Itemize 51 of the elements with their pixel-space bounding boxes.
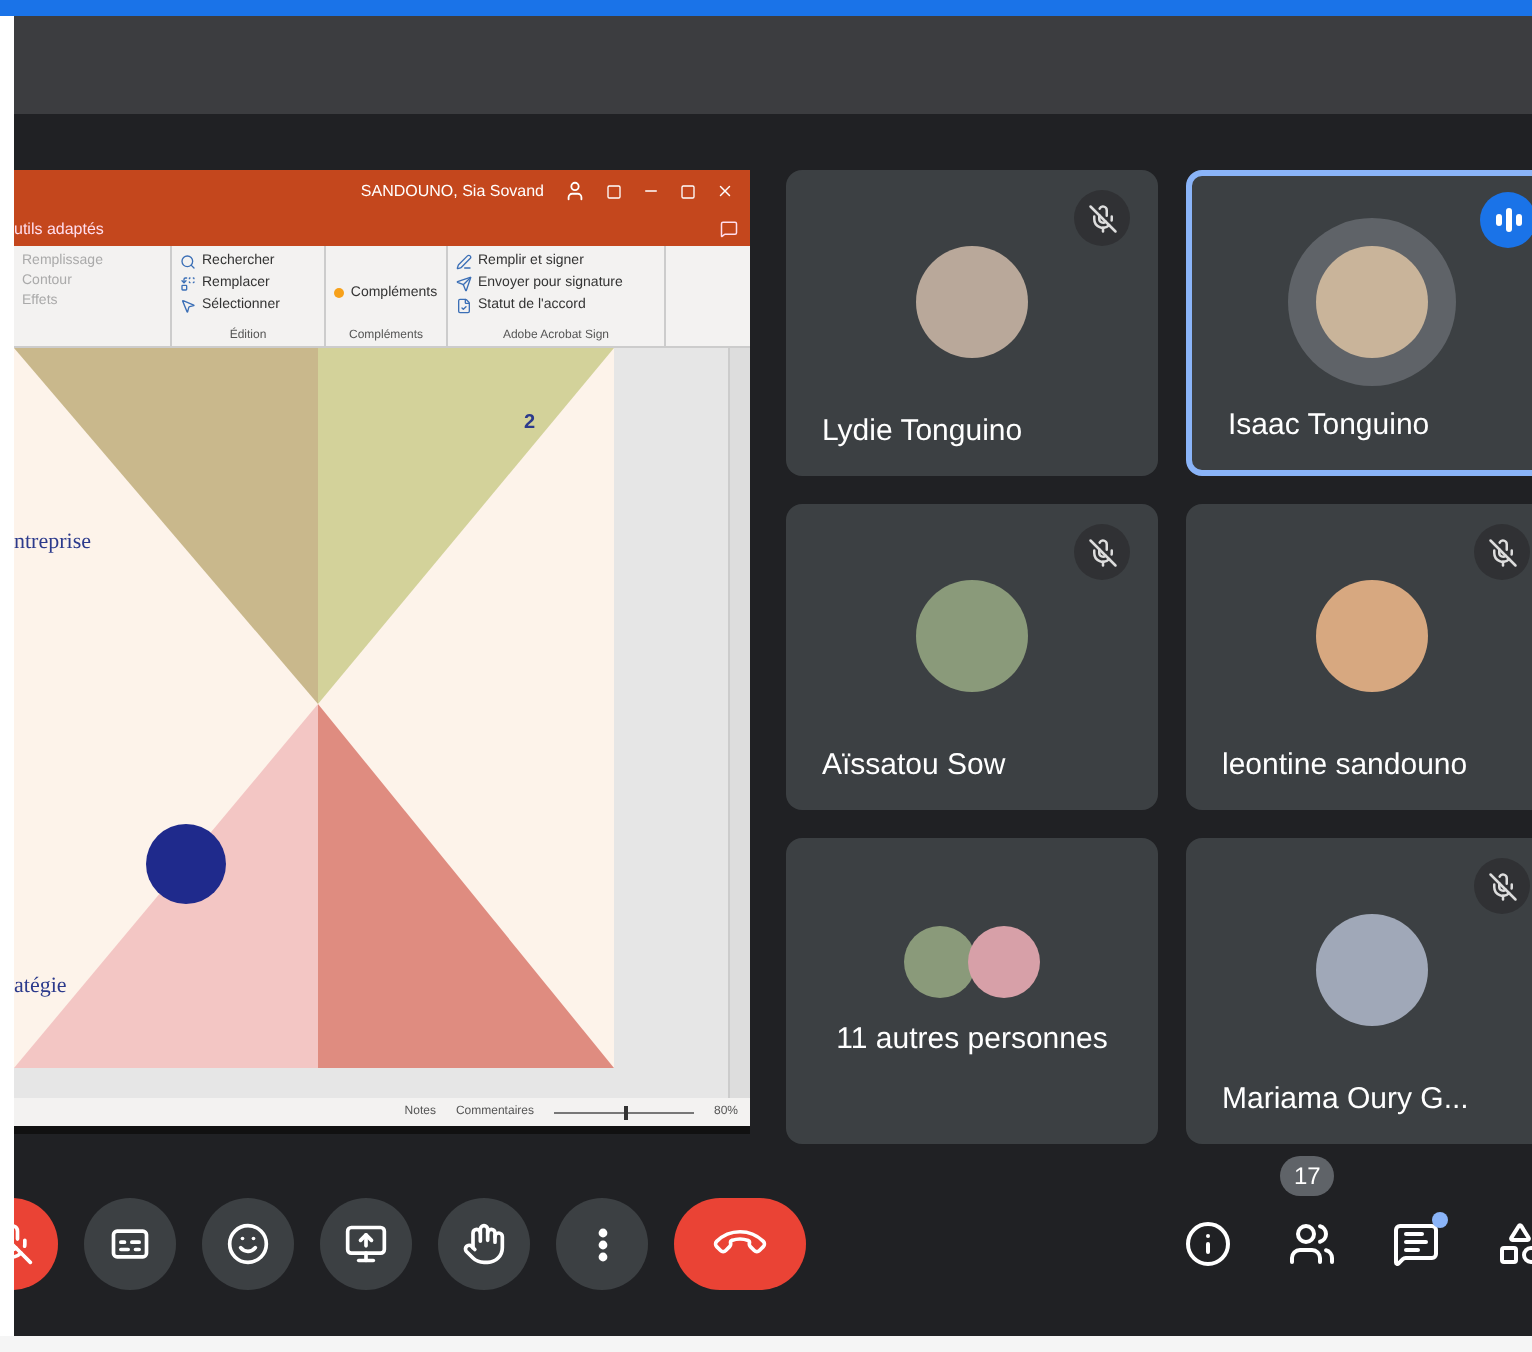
emoji-button[interactable] [202, 1198, 294, 1290]
hand-icon [462, 1222, 506, 1266]
participant-tile[interactable]: Lydie Tonguino [786, 170, 1158, 476]
smiley-icon [226, 1222, 270, 1266]
ribbon-item-icon [180, 253, 196, 270]
more-button[interactable] [556, 1198, 648, 1290]
present-button[interactable] [320, 1198, 412, 1290]
scrollbar[interactable] [728, 348, 750, 1099]
ribbon-tab[interactable]: utils adaptés [14, 220, 104, 239]
participant-name: Isaac Tonguino [1228, 408, 1430, 442]
comment-icon[interactable] [720, 220, 738, 239]
participant-name: Lydie Tonguino [822, 414, 1023, 448]
display-icon[interactable] [606, 183, 622, 200]
participant-name: leontine sandouno [1222, 748, 1468, 782]
ribbon-item-icon [180, 275, 196, 292]
account-name: SANDOUNO, Sia Sovand [360, 182, 544, 201]
addin-dot-icon [334, 287, 345, 298]
more-icon [597, 1227, 607, 1261]
restore-icon[interactable] [680, 183, 696, 200]
info-button[interactable] [1180, 1216, 1236, 1272]
info-icon [1184, 1220, 1232, 1268]
user-icon [564, 180, 586, 203]
screen-upload-icon [344, 1222, 388, 1266]
participant-name: Aïssatou Sow [822, 748, 1006, 782]
close-icon[interactable] [716, 182, 734, 201]
end-call-button[interactable] [674, 1198, 806, 1290]
ribbon-item-icon [180, 297, 196, 314]
participant-name: Mariama Oury G... [1222, 1082, 1469, 1116]
ribbon-item-icon [456, 297, 472, 314]
participant-tile[interactable]: 11 autres personnes [786, 838, 1158, 1144]
raise-hand-button[interactable] [438, 1198, 530, 1290]
participant-tile[interactable]: leontine sandouno [1186, 504, 1532, 810]
participant-count: 17 [1280, 1156, 1335, 1196]
participant-tile[interactable]: Isaac Tonguino [1186, 170, 1532, 476]
slide-number: 2 [524, 412, 536, 435]
people-icon [1288, 1220, 1336, 1268]
speaking-icon [1480, 192, 1532, 248]
ribbon-item-icon [456, 275, 472, 292]
avatar [1316, 245, 1428, 357]
participant-tile[interactable]: Mariama Oury G... [1186, 838, 1532, 1144]
participant-tile[interactable]: Aïssatou Sow [786, 504, 1158, 810]
chat-icon [1392, 1220, 1440, 1268]
ribbon-item-icon [456, 253, 472, 270]
slide-text: atégie [14, 974, 67, 999]
shapes-icon [1496, 1220, 1532, 1268]
captions-button[interactable] [84, 1198, 176, 1290]
avatar [968, 926, 1040, 998]
slide-text: ntreprise [14, 530, 91, 555]
participant-name: 11 autres personnes [836, 1022, 1108, 1056]
chat-button[interactable] [1388, 1216, 1444, 1272]
avatar [904, 926, 976, 998]
